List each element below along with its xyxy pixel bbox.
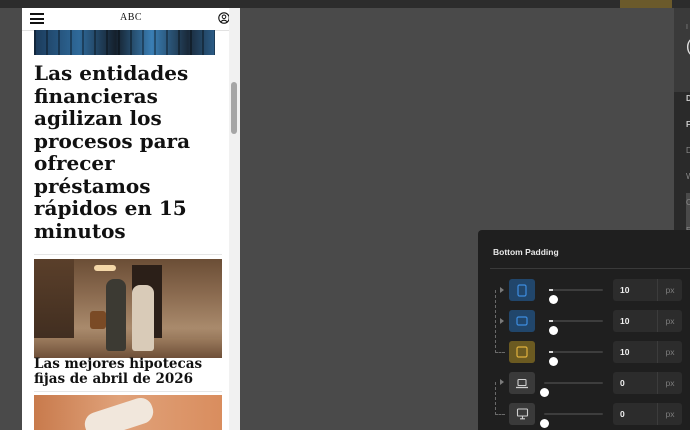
settings-panel-header: I ( [674, 8, 690, 92]
laptop-device-button[interactable] [509, 372, 535, 394]
padding-row-tablet-portrait: 10 px [478, 341, 690, 366]
handshake-article-image[interactable] [34, 395, 222, 430]
panel-label: I [686, 24, 688, 31]
desktop-icon [516, 408, 528, 420]
panel-glyph: ( [686, 38, 690, 56]
article-divider [34, 254, 222, 255]
panel-item[interactable]: W [686, 172, 690, 181]
unit-label[interactable]: px [657, 279, 682, 301]
panel-item[interactable]: C [686, 198, 690, 207]
popup-divider [490, 268, 690, 269]
panel-item[interactable]: D [686, 146, 690, 155]
mortgage-article-title[interactable]: Las mejores hipotecas fijas de abril de … [34, 357, 224, 387]
padding-slider[interactable] [549, 351, 603, 366]
article-divider [34, 391, 222, 392]
unit-label[interactable]: px [657, 403, 682, 425]
padding-slider[interactable] [540, 413, 603, 428]
desktop-device-button[interactable] [509, 403, 535, 425]
site-logo[interactable]: ABC [22, 12, 240, 23]
preview-scrollbar[interactable] [229, 8, 240, 430]
toolbar-accent-strip [620, 0, 672, 8]
unit-label[interactable]: px [657, 372, 682, 394]
panel-item[interactable]: D [686, 94, 690, 103]
tablet-landscape-button[interactable] [509, 310, 535, 332]
padding-value-input[interactable]: 10 [613, 310, 657, 332]
padding-row-mobile: 10 px [478, 279, 690, 304]
padding-row-laptop: 0 px [478, 372, 690, 397]
padding-slider[interactable] [549, 289, 603, 304]
padding-value-input[interactable]: 0 [613, 372, 657, 394]
popup-title: Bottom Padding [493, 247, 559, 257]
mobile-preview: ABC Las entidades financieras agilizan l… [22, 8, 240, 430]
padding-row-desktop: 0 px [478, 403, 690, 428]
mobile-device-button[interactable] [509, 279, 535, 301]
article-image[interactable] [34, 30, 215, 55]
bottom-padding-popup: Bottom Padding 10 px 10 px 10 px 0 px 0 … [478, 230, 690, 430]
padding-slider[interactable] [540, 382, 603, 397]
tablet-landscape-icon [516, 316, 528, 326]
unit-label[interactable]: px [657, 310, 682, 332]
mobile-icon [517, 283, 527, 297]
unit-label[interactable]: px [657, 341, 682, 363]
laptop-icon [516, 378, 528, 388]
padding-value-input[interactable]: 10 [613, 279, 657, 301]
top-toolbar [0, 0, 690, 8]
panel-item[interactable]: F [686, 120, 690, 129]
scrollbar-thumb[interactable] [231, 82, 237, 134]
article-headline[interactable]: Las entidades financieras agilizan los p… [34, 62, 224, 242]
tablet-icon [516, 346, 528, 358]
padding-value-input[interactable]: 0 [613, 403, 657, 425]
padding-value-input[interactable]: 10 [613, 341, 657, 363]
padding-row-tablet-landscape: 10 px [478, 310, 690, 335]
mortgage-article-image[interactable] [34, 259, 222, 358]
padding-slider[interactable] [549, 320, 603, 335]
site-header: ABC [22, 8, 240, 31]
tablet-portrait-button[interactable] [509, 341, 535, 363]
